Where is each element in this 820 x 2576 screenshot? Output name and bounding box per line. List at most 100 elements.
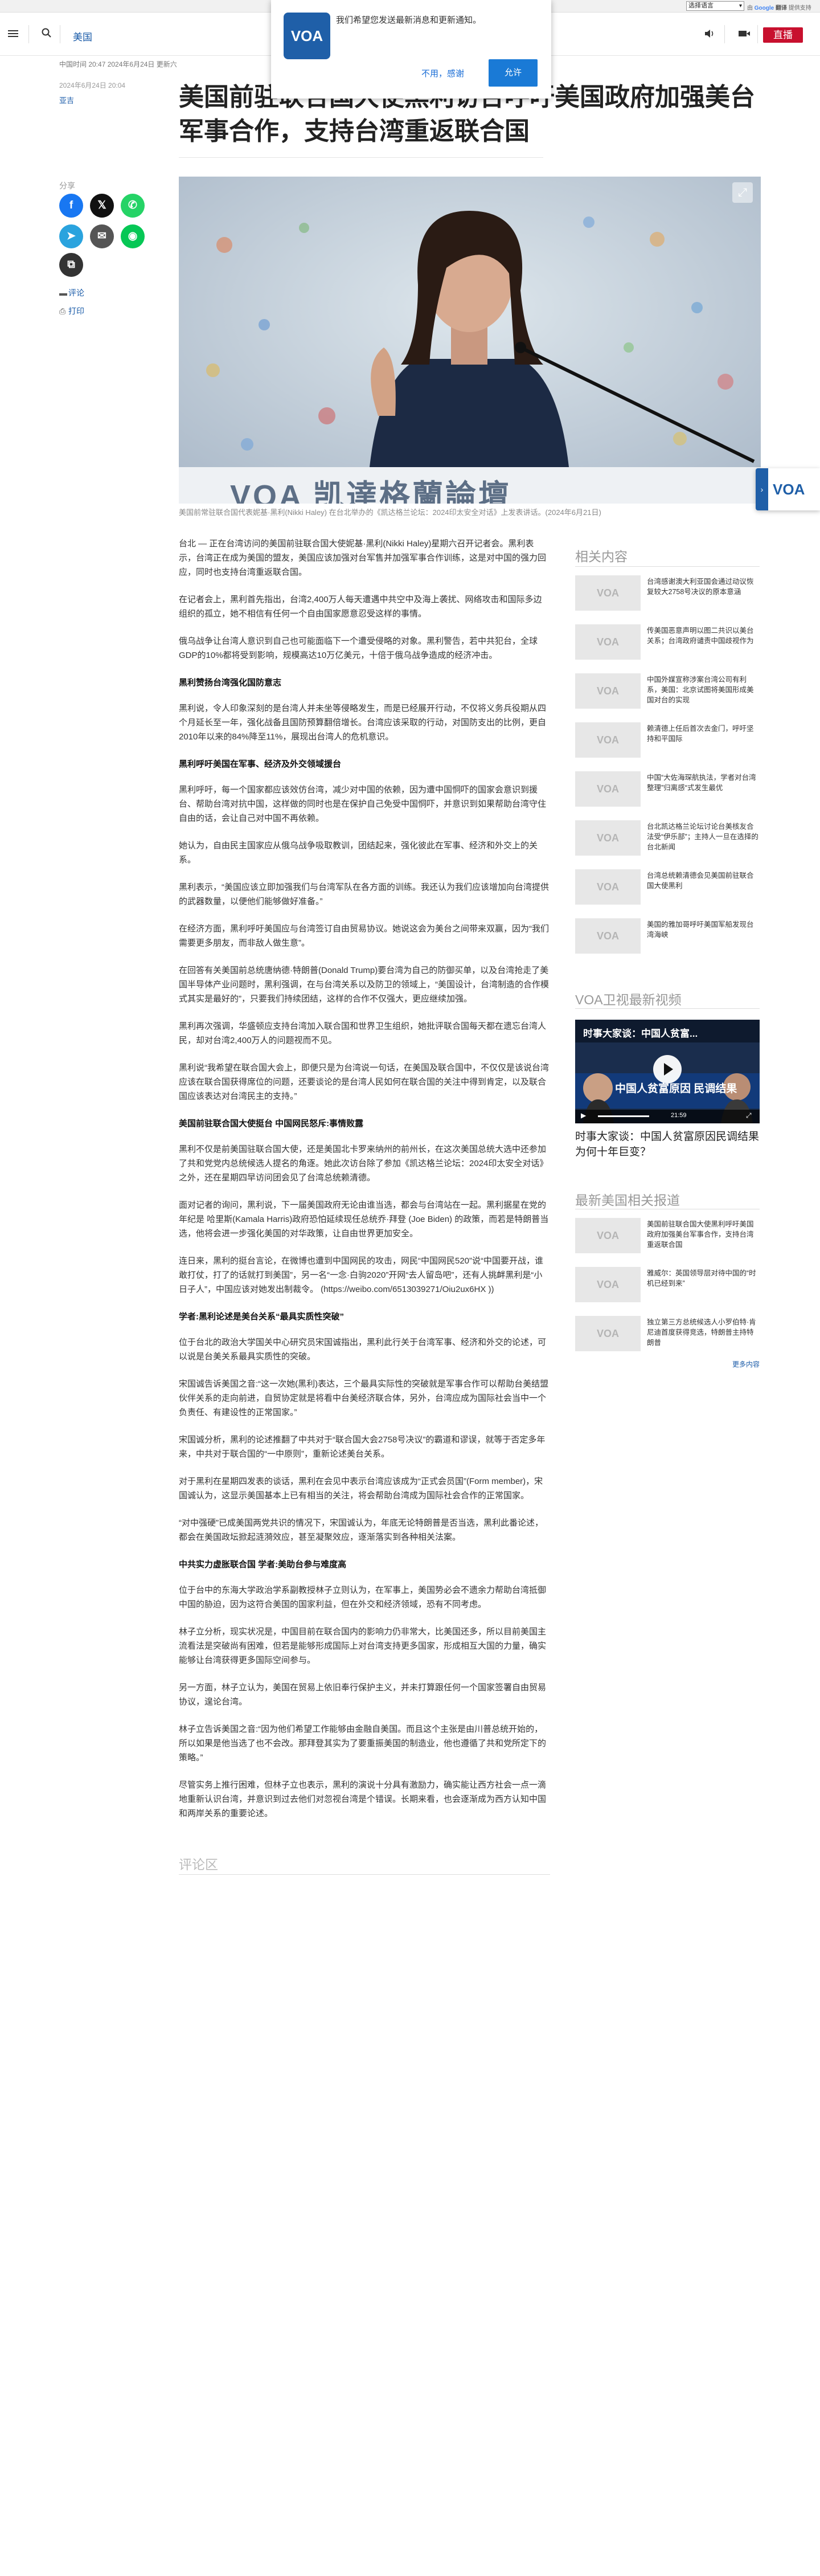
article-paragraph: 黑利说，令人印象深刻的是台湾人并未坐等侵略发生，而是已经展开行动，不仅将义务兵役…	[179, 704, 547, 742]
article-author[interactable]: 亚吉	[59, 95, 74, 105]
facebook-share-icon[interactable]: f	[59, 194, 83, 218]
related-item-title[interactable]: 台北凯达格兰论坛讨论台美核友合法受“伊乐部”；主持人一旦在选择的台北新闻	[647, 821, 760, 852]
article-subheading: 黑利呼吁美国在军事、经济及外交领域援台	[179, 759, 342, 769]
powered-by-text: 由	[747, 5, 753, 11]
section-link[interactable]: 美国	[73, 29, 92, 43]
language-select[interactable]: 选择语言	[686, 1, 744, 11]
video-banner-text: 中国人贫富原因 民调结果	[615, 1083, 737, 1095]
floating-voa-tab[interactable]: › VOA	[756, 468, 820, 510]
latest-heading: 最新美国相关报道	[575, 1193, 680, 1208]
related-thumbnail[interactable]: VOA	[575, 722, 641, 758]
article-paragraph: 林子立告诉美国之音:“因为他们希望工作能够由金融自美国。而且这个主张是由川普总统…	[179, 1724, 547, 1763]
video-icon[interactable]	[738, 29, 751, 38]
article-paragraph: 面对记者的询问，黑利说，下一届美国政府无论由谁当选，都会与台湾站在一起。黑利据星…	[179, 1200, 549, 1238]
print-link[interactable]: ⎙ 打印	[59, 305, 84, 317]
article-paragraph: 对于黑利在星期四发表的谈话，黑利在会见中表示台湾应该成为“正式会员国”(Form…	[179, 1477, 543, 1500]
related-item[interactable]: VOA 中国外媒宣称涉案台湾公司有利系，美国：北京试图将美国形成美国对台的实现	[575, 673, 760, 712]
allow-button[interactable]: 允许	[489, 59, 538, 87]
photo-banner-text: VOA 凯達格蘭論壇	[230, 479, 512, 504]
video-play-small-icon[interactable]: ▶	[581, 1111, 586, 1119]
email-share-icon[interactable]: ✉	[90, 224, 114, 248]
related-thumbnail[interactable]: VOA	[575, 673, 641, 709]
notification-message: 我们希望您发送最新消息和更新通知。	[336, 15, 482, 25]
comment-link[interactable]: ▬ 评论	[59, 287, 84, 299]
provider-text: 提供支持	[788, 5, 811, 11]
more-link[interactable]: 更多内容	[732, 1359, 760, 1369]
menu-icon[interactable]	[8, 28, 18, 39]
live-button[interactable]: 直播	[763, 27, 803, 43]
latest-thumbnail[interactable]: VOA	[575, 1218, 641, 1253]
related-item[interactable]: VOA 台北凯达格兰论坛讨论台美核友合法受“伊乐部”；主持人一旦在选择的台北新闻	[575, 820, 760, 859]
article-paragraph: 宋国诚分析，黑利的论述推翻了中共对于“联合国大会2758号决议”的霸道和谬误，就…	[179, 1435, 546, 1459]
play-button[interactable]	[653, 1055, 682, 1083]
audio-icon[interactable]	[704, 28, 715, 39]
latest-item-title[interactable]: 雅威尔：英国领导层对待中国的“时机已经到来”	[647, 1268, 760, 1289]
video-player[interactable]: 时事大家谈：中国人贫富... 中国人贫富原因 民调结果 ▶ 21:59 ⤢	[575, 1020, 760, 1123]
print-label: 打印	[68, 306, 84, 316]
expand-icon[interactable]: ⤢	[732, 182, 753, 203]
article-subheading: 中共实力虚胀联合国 学者:美助台参与难度高	[179, 1560, 347, 1569]
related-item[interactable]: VOA 美国的雅加哥呼吁美国军船发现台湾海峡	[575, 918, 760, 957]
related-item-title[interactable]: 赖清德上任后首次去金门，呼吁坚持和平国际	[647, 723, 760, 744]
x-share-icon[interactable]: 𝕏	[90, 194, 114, 218]
video-caption[interactable]: 时事大家谈：中国人贫富原因民调结果为何十年巨变？	[575, 1129, 760, 1160]
related-item[interactable]: VOA 台湾总统赖清德会见美国前驻联合国大使黑利	[575, 869, 760, 908]
comment-label: 评论	[68, 288, 84, 297]
related-item-title[interactable]: 中国外媒宣称涉案台湾公司有利系，美国：北京试图将美国形成美国对台的实现	[647, 674, 760, 705]
telegram-share-icon[interactable]: ➤	[59, 224, 83, 248]
related-item-title[interactable]: 中国“大佐海琛航执法，学者对台湾整理”归离感“式发生最优	[647, 772, 760, 793]
video-time: 21:59	[671, 1112, 687, 1119]
article-paragraph: 黑利不仅是前美国驻联合国大使，还是美国北卡罗来纳州的前州长，在这次美国总统大选中…	[179, 1144, 548, 1183]
share-label: 分享	[59, 181, 75, 190]
related-item[interactable]: VOA 传美国恶意声明以图二共识以美台关系；台湾政府谴责中国歧视作为	[575, 624, 760, 663]
article-paragraph: 另一方面，林子立认为，美国在贸易上依旧奉行保护主义，并未打算跟任何一个国家签署自…	[179, 1683, 547, 1707]
related-thumbnail[interactable]: VOA	[575, 575, 641, 611]
notification-popup: VOA 我们希望您发送最新消息和更新通知。 不用，感谢 允许	[271, 0, 551, 99]
article-paragraph: 位于台北的政治大学国关中心研究员宋国诚指出，黑利此行关于台湾军事、经济和外交的论…	[179, 1338, 547, 1361]
related-thumbnail[interactable]: VOA	[575, 771, 641, 807]
related-item-title[interactable]: 台湾感谢澳大利亚国会通过动议恢复较大2758号决议的原本意涵	[647, 576, 760, 597]
latest-thumbnail[interactable]: VOA	[575, 1316, 641, 1351]
article-paragraph: 位于台中的东海大学政治学系副教授林子立则认为，在军事上，美国势必会不遗余力帮助台…	[179, 1585, 547, 1609]
latest-item-title[interactable]: 美国前驻联合国大使黑利呼吁美国政府加强美台军事合作，支持台湾重返联合国	[647, 1219, 760, 1250]
article-paragraph: 黑利再次强调，华盛顿应支持台湾加入联合国和世界卫生组织，她批评联合国每天都在遗忘…	[179, 1021, 547, 1045]
latest-item[interactable]: VOA 美国前驻联合国大使黑利呼吁美国政府加强美台军事合作，支持台湾重返联合国	[575, 1218, 760, 1257]
related-heading: 相关内容	[575, 549, 628, 564]
print-icon: ⎙	[59, 306, 66, 316]
article-paragraph: 在经济方面，黑利呼吁美国应与台湾签订自由贸易协议。她说这会为美台之间带来双赢，因…	[179, 924, 549, 948]
article-date: 2024年6月24日 20:04	[59, 81, 126, 89]
photo-caption: 美国前常驻联合国代表妮基·黑利(Nikki Haley) 在台北举办的《凯达格兰…	[179, 508, 601, 517]
article-paragraph: 在回答有关美国前总统唐纳德·特朗普(Donald Trump)要台湾为自己的防御…	[179, 966, 549, 1004]
related-item[interactable]: VOA 台湾感谢澳大利亚国会通过动议恢复较大2758号决议的原本意涵	[575, 575, 760, 614]
whatsapp-share-icon[interactable]: ✆	[121, 194, 145, 218]
related-item-title[interactable]: 传美国恶意声明以图二共识以美台关系；台湾政府谴责中国歧视作为	[647, 625, 760, 646]
hero-photo: VOA 凯達格蘭論壇	[179, 177, 761, 504]
chevron-right-icon[interactable]: ›	[756, 468, 768, 510]
article-paragraph: 宋国诚告诉美国之音:“这一次她(黑利)表达，三个最具实际性的突破就是军事合作可以…	[179, 1379, 549, 1417]
header-divider	[757, 25, 758, 43]
related-thumbnail[interactable]: VOA	[575, 869, 641, 905]
article-paragraph: 黑利说“我希望在联合国大会上，即便只是为台湾说一句话，在美国及联合国中，不仅仅是…	[179, 1063, 549, 1101]
fullscreen-icon[interactable]: ⤢	[746, 1111, 752, 1120]
latest-item-title[interactable]: 独立第三方总统候选人小罗伯特·肯尼迪首度获得竞选，特朗普主持特朗普	[647, 1317, 760, 1348]
latest-item[interactable]: VOA 雅威尔：英国领导层对待中国的“时机已经到来”	[575, 1267, 760, 1306]
related-divider	[575, 566, 760, 567]
latest-thumbnail[interactable]: VOA	[575, 1267, 641, 1302]
video-divider	[575, 1008, 760, 1009]
decline-button[interactable]: 不用，感谢	[421, 67, 464, 79]
latest-item[interactable]: VOA 独立第三方总统候选人小罗伯特·肯尼迪首度获得竞选，特朗普主持特朗普	[575, 1316, 760, 1355]
related-thumbnail[interactable]: VOA	[575, 820, 641, 856]
article-paragraph: “对中强硬”已成美国两党共识的情况下，宋国诚认为，年底无论特朗普是否当选，黑利此…	[179, 1518, 543, 1542]
search-icon[interactable]	[41, 27, 52, 39]
translate-text: 翻译	[776, 5, 788, 11]
play-icon	[664, 1063, 673, 1076]
related-item[interactable]: VOA 赖清德上任后首次去金门，呼吁坚持和平国际	[575, 722, 760, 761]
related-thumbnail[interactable]: VOA	[575, 918, 641, 954]
related-item[interactable]: VOA 中国“大佐海琛航执法，学者对台湾整理”归离感“式发生最优	[575, 771, 760, 810]
hero-photo-image	[179, 177, 761, 504]
related-item-title[interactable]: 美国的雅加哥呼吁美国军船发现台湾海峡	[647, 919, 760, 940]
related-thumbnail[interactable]: VOA	[575, 624, 641, 660]
related-item-title[interactable]: 台湾总统赖清德会见美国前驻联合国大使黑利	[647, 870, 760, 891]
line-share-icon[interactable]: ◉	[121, 224, 145, 248]
copy-link-icon[interactable]: ⧉	[59, 253, 83, 277]
